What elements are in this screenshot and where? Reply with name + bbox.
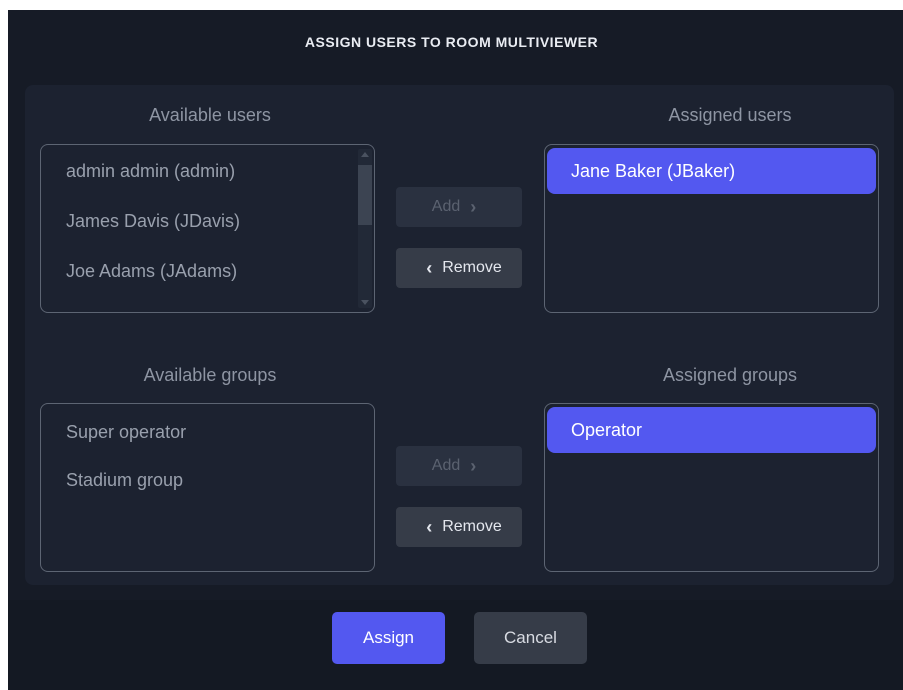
available-groups-label: Available groups — [143, 365, 277, 385]
remove-user-label: Remove — [442, 259, 502, 276]
remove-user-button[interactable]: ‹ Remove — [396, 248, 522, 288]
assignment-panel: Available users Assigned users admin adm… — [25, 85, 894, 585]
add-group-button[interactable]: Add › — [396, 446, 522, 486]
assigned-groups-list[interactable]: Operator — [544, 403, 879, 572]
list-item-selected[interactable]: Jane Baker (JBaker) — [547, 148, 876, 194]
chevron-right-icon: › — [470, 196, 477, 217]
add-group-label: Add — [431, 457, 461, 474]
chevron-left-icon: ‹ — [426, 257, 433, 278]
remove-group-button[interactable]: ‹ Remove — [396, 507, 522, 547]
list-item-selected[interactable]: Operator — [547, 407, 876, 453]
list-item[interactable]: admin admin (admin) — [66, 161, 235, 182]
assigned-users-label: Assigned users — [668, 105, 792, 125]
assign-button[interactable]: Assign — [332, 612, 445, 664]
assigned-users-list[interactable]: Jane Baker (JBaker) — [544, 144, 879, 313]
cancel-button[interactable]: Cancel — [474, 612, 587, 664]
add-user-button[interactable]: Add › — [396, 187, 522, 227]
available-groups-list[interactable]: Super operator Stadium group — [40, 403, 375, 572]
assign-users-dialog: ASSIGN USERS TO ROOM MULTIVIEWER Availab… — [8, 10, 903, 690]
scrollbar[interactable] — [358, 149, 372, 308]
scroll-thumb[interactable] — [358, 165, 372, 225]
background-strip — [8, 600, 903, 690]
list-item[interactable]: Joe Adams (JAdams) — [66, 261, 237, 282]
chevron-right-icon: › — [470, 455, 477, 476]
scroll-up-icon[interactable] — [361, 152, 369, 157]
available-users-list[interactable]: admin admin (admin) James Davis (JDavis)… — [40, 144, 375, 313]
remove-group-label: Remove — [442, 518, 502, 535]
available-users-label: Available users — [149, 105, 271, 125]
list-item[interactable]: Stadium group — [66, 470, 183, 491]
list-item[interactable]: James Davis (JDavis) — [66, 211, 240, 232]
dialog-title: ASSIGN USERS TO ROOM MULTIVIEWER — [304, 34, 599, 50]
list-item[interactable]: Super operator — [66, 422, 186, 443]
chevron-left-icon: ‹ — [426, 516, 433, 537]
scroll-down-icon[interactable] — [361, 300, 369, 305]
add-user-label: Add — [431, 198, 461, 215]
assigned-groups-label: Assigned groups — [662, 365, 798, 385]
